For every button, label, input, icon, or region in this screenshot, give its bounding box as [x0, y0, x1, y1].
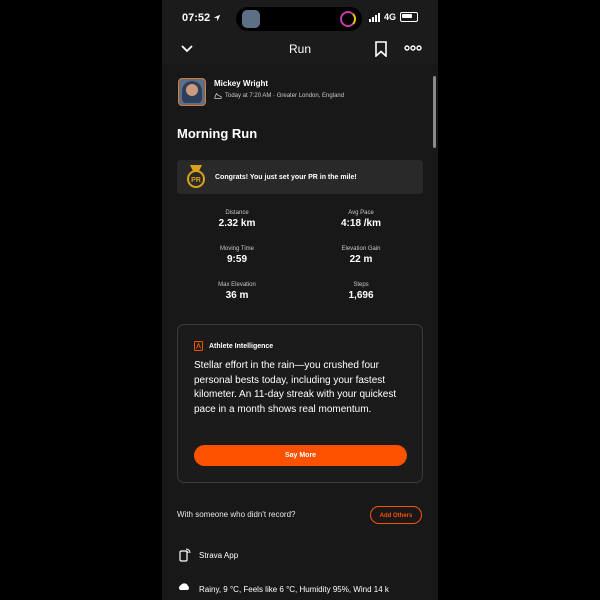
- bookmark-icon[interactable]: [374, 41, 388, 57]
- location-arrow-icon: [213, 14, 221, 22]
- network-type: 4G: [383, 12, 396, 22]
- activity-meta: Today at 7:20 AM · Greater London, Engla…: [214, 92, 344, 100]
- stat-label: Distance: [225, 210, 249, 216]
- avatar[interactable]: [178, 78, 206, 106]
- say-more-button[interactable]: Say More: [194, 445, 407, 466]
- stat-value: 36 m: [225, 290, 249, 301]
- add-others-button[interactable]: Add Others: [370, 506, 422, 524]
- activity-meta-text: Today at 7:20 AM · Greater London, Engla…: [225, 93, 345, 99]
- shoe-icon: [214, 92, 222, 99]
- stat-max-elevation: Max Elevation 36 m: [187, 282, 287, 301]
- stat-label: Steps: [353, 282, 369, 288]
- stat-label: Avg Pace: [348, 210, 374, 216]
- stat-distance: Distance 2.32 km: [187, 210, 287, 229]
- stat-label: Moving Time: [219, 246, 254, 252]
- status-bar: 07:52 4G: [162, 0, 438, 38]
- status-right: 4G: [368, 12, 418, 22]
- activity-detail: Mickey Wright Today at 7:20 AM · Greater…: [162, 64, 438, 600]
- activity-ring-icon: [340, 11, 356, 27]
- battery-icon: [400, 12, 418, 22]
- stat-value: 4:18 /km: [340, 218, 382, 229]
- rain-cloud-icon: [179, 583, 189, 590]
- ai-title: Athlete Intelligence: [209, 342, 274, 350]
- nav-bar: Run: [162, 38, 438, 64]
- stat-moving-time: Moving Time 9:59: [187, 246, 287, 265]
- ai-summary: Stellar effort in the rain—you crushed f…: [194, 360, 397, 415]
- weather-row: Rainy, 9 °C, Feels like 6 °C, Humidity 9…: [177, 583, 389, 595]
- stat-value: 1,696: [348, 290, 374, 301]
- pr-banner[interactable]: PR Congrats! You just set your PR in the…: [177, 160, 423, 194]
- weather-text: Rainy, 9 °C, Feels like 6 °C, Humidity 9…: [199, 584, 389, 594]
- pr-message: Congrats! You just set your PR in the mi…: [215, 173, 357, 181]
- live-activity-avatar: [242, 10, 260, 28]
- phone-screen: 07:52 4G Run Mickey Wright Today at 7:20…: [162, 0, 438, 600]
- more-options-icon[interactable]: [404, 42, 422, 54]
- clock: 07:52: [182, 12, 211, 24]
- stat-steps: Steps 1,696: [311, 282, 411, 301]
- stat-avg-pace: Avg Pace 4:18 /km: [311, 210, 411, 229]
- athlete-header[interactable]: Mickey Wright Today at 7:20 AM · Greater…: [178, 78, 344, 106]
- athlete-intelligence-card: Athlete Intelligence Stellar effort in t…: [177, 324, 423, 483]
- status-time: 07:52: [182, 12, 221, 24]
- athlete-name[interactable]: Mickey Wright: [214, 79, 344, 88]
- athlete-intelligence-icon: [194, 341, 203, 351]
- stat-elevation-gain: Elevation Gain 22 m: [311, 246, 411, 265]
- stat-label: Max Elevation: [218, 282, 256, 288]
- device-name: Strava App: [199, 550, 239, 560]
- stat-value: 2.32 km: [218, 218, 256, 229]
- device-row: Strava App: [177, 548, 238, 562]
- phone-sync-icon: [179, 548, 191, 562]
- stat-label: Elevation Gain: [341, 246, 381, 252]
- activity-title: Morning Run: [177, 126, 258, 141]
- scrollbar[interactable]: [433, 76, 436, 148]
- ai-header: Athlete Intelligence: [194, 341, 273, 351]
- dynamic-island: [236, 7, 362, 31]
- nav-title: Run: [288, 42, 311, 56]
- pr-badge-text: PR: [191, 177, 201, 184]
- stat-value: 9:59: [226, 254, 247, 265]
- pr-medal-icon: PR: [187, 165, 205, 188]
- record-prompt-text: With someone who didn't record?: [177, 510, 296, 519]
- stat-value: 22 m: [349, 254, 373, 265]
- signal-icon: [368, 12, 380, 22]
